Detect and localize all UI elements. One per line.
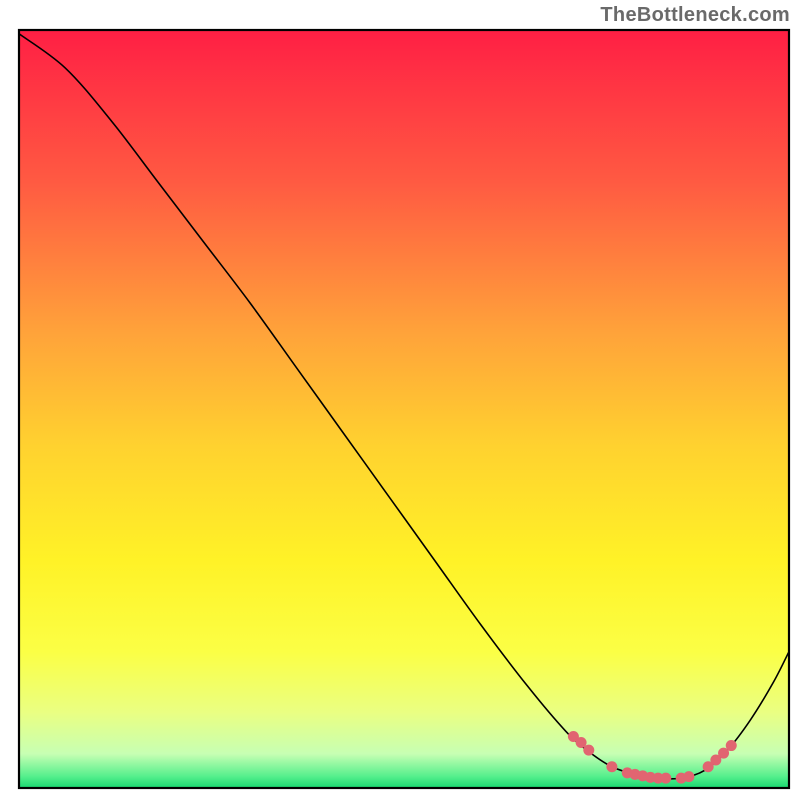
chart-stage: TheBottleneck.com bbox=[0, 0, 800, 800]
highlight-dot bbox=[583, 745, 594, 756]
highlight-dot bbox=[660, 773, 671, 784]
watermark-label: TheBottleneck.com bbox=[600, 4, 790, 27]
highlight-dot bbox=[606, 761, 617, 772]
plot-background bbox=[19, 30, 789, 788]
highlight-dot bbox=[683, 771, 694, 782]
highlight-dot bbox=[726, 740, 737, 751]
bottleneck-chart bbox=[0, 0, 800, 800]
